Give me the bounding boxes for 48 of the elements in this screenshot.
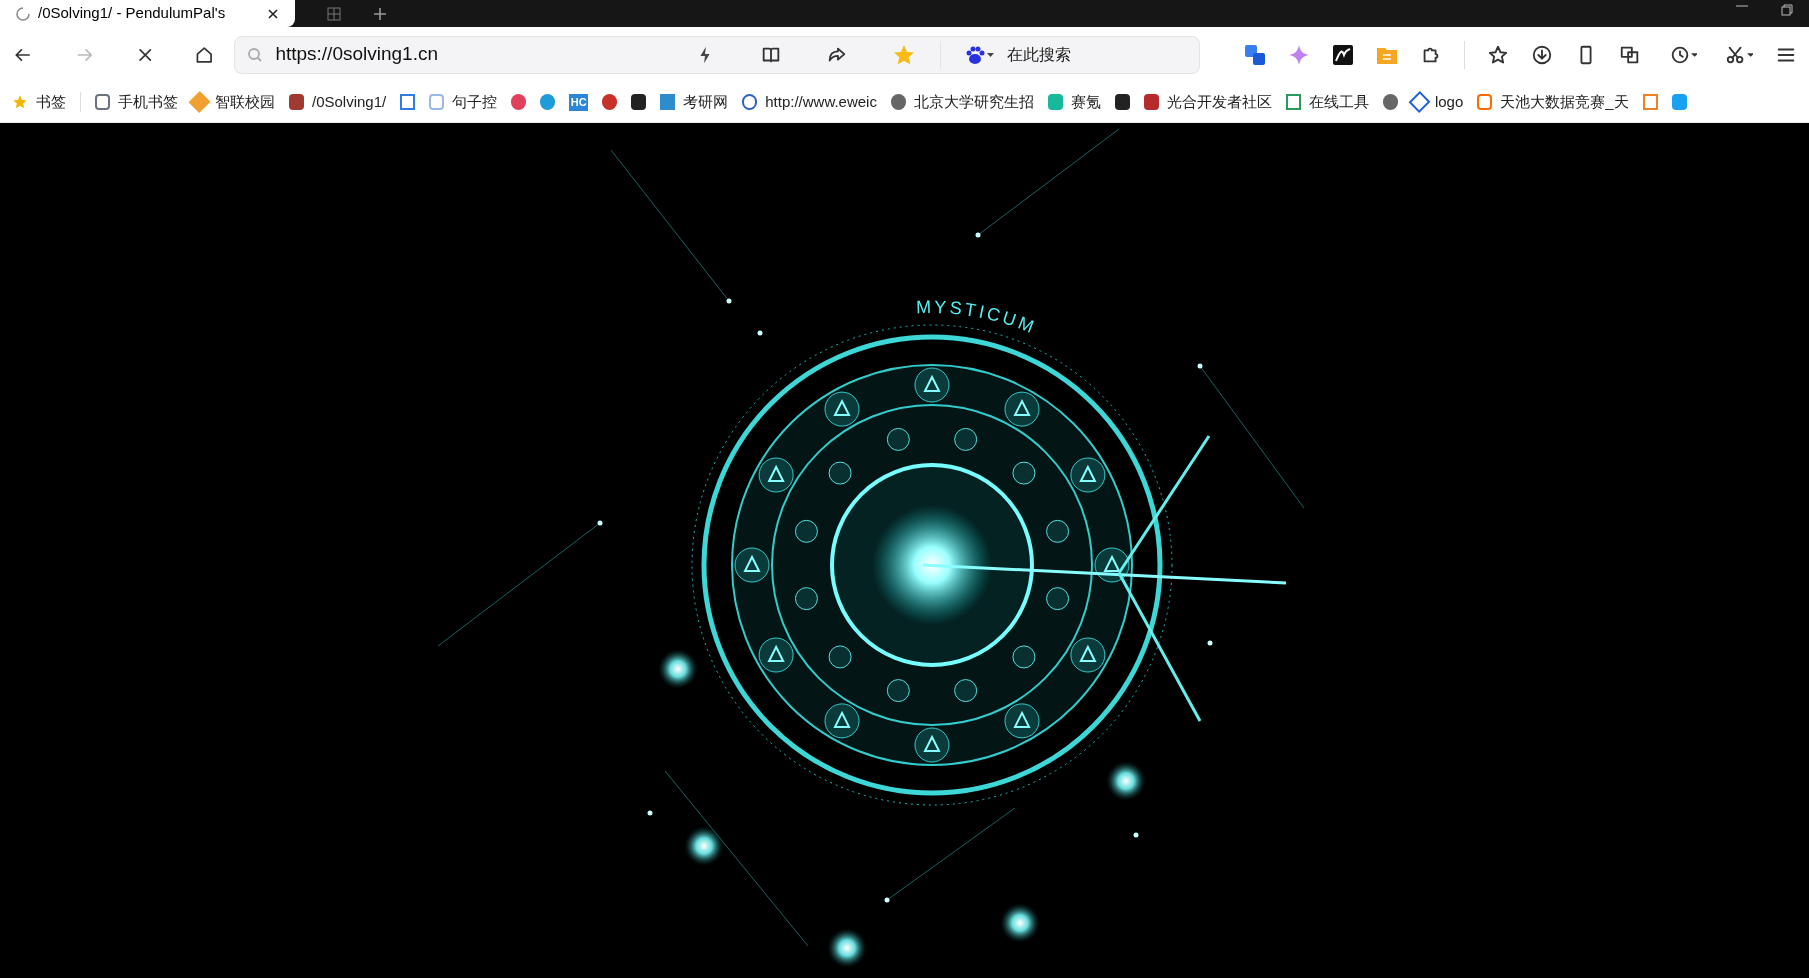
- star-outline-icon[interactable]: [1487, 43, 1509, 66]
- bookmark-icon: [1671, 94, 1687, 110]
- bookmark-icon: HC: [569, 93, 589, 111]
- bookmark-icon: [890, 94, 906, 110]
- bookmark-icon: [1382, 94, 1398, 110]
- close-icon[interactable]: [267, 7, 279, 20]
- bookmark-icon: [1642, 94, 1658, 110]
- bookmark-item[interactable]: 北京大学研究生招: [890, 90, 1034, 114]
- restore-icon[interactable]: [1781, 4, 1793, 16]
- minimize-icon[interactable]: [1735, 4, 1749, 8]
- star-icon: [12, 94, 28, 110]
- app-icon[interactable]: [1332, 43, 1354, 66]
- bookmark-icon: [1477, 94, 1493, 110]
- bookmark-item[interactable]: /0Solving1/: [289, 90, 387, 114]
- bookmark-item[interactable]: 句子控: [429, 90, 498, 114]
- bookmark-icon: [289, 94, 304, 110]
- plus-icon[interactable]: [373, 6, 387, 21]
- bookmark-item[interactable]: 智联校园: [192, 90, 275, 114]
- bookmark-icon: [742, 94, 758, 110]
- url-text: https://0solving1.cn: [275, 42, 440, 67]
- browser-tab[interactable]: /0Solving1/ - PendulumPal's: [0, 0, 295, 27]
- translate-icon[interactable]: [1244, 43, 1266, 66]
- bookmark-icon: [511, 94, 527, 110]
- download-icon[interactable]: [1531, 43, 1553, 66]
- search-icon: [247, 46, 264, 63]
- bookmark-icon: [1408, 91, 1431, 113]
- bookmark-item[interactable]: 光合开发者社区: [1143, 90, 1272, 114]
- paw-icon[interactable]: [965, 44, 995, 65]
- bookmark-item[interactable]: 在线工具: [1285, 90, 1369, 114]
- bookmark-icon: [540, 94, 556, 110]
- bookmark-item[interactable]: 书签: [12, 90, 66, 114]
- bookmark-item[interactable]: 考研网: [660, 90, 729, 114]
- bookmark-icon: [400, 94, 416, 110]
- address-bar[interactable]: https://0solving1.cn 在此搜索: [234, 35, 1200, 74]
- tab-grid-icon[interactable]: [327, 6, 341, 21]
- bookmark-item[interactable]: 手机书签: [95, 90, 178, 114]
- bookmark-item[interactable]: 赛氪: [1047, 90, 1101, 114]
- bookmark-icon: [602, 94, 618, 110]
- bookmark-icon: [1285, 94, 1301, 110]
- tab-title: /0Solving1/ - PendulumPal's: [38, 3, 227, 24]
- search-field[interactable]: 在此搜索: [1007, 42, 1187, 67]
- bookmark-icon: [660, 94, 676, 110]
- bookmark-icon: [429, 94, 445, 110]
- bookmark-item[interactable]: logo: [1411, 90, 1464, 114]
- bookmark-icon: [1047, 94, 1063, 110]
- bookmark-icon: [1143, 94, 1159, 110]
- bookmark-item[interactable]: http://www.eweic: [742, 90, 877, 114]
- bookmark-item[interactable]: 天池大数据竞赛_天: [1477, 90, 1629, 114]
